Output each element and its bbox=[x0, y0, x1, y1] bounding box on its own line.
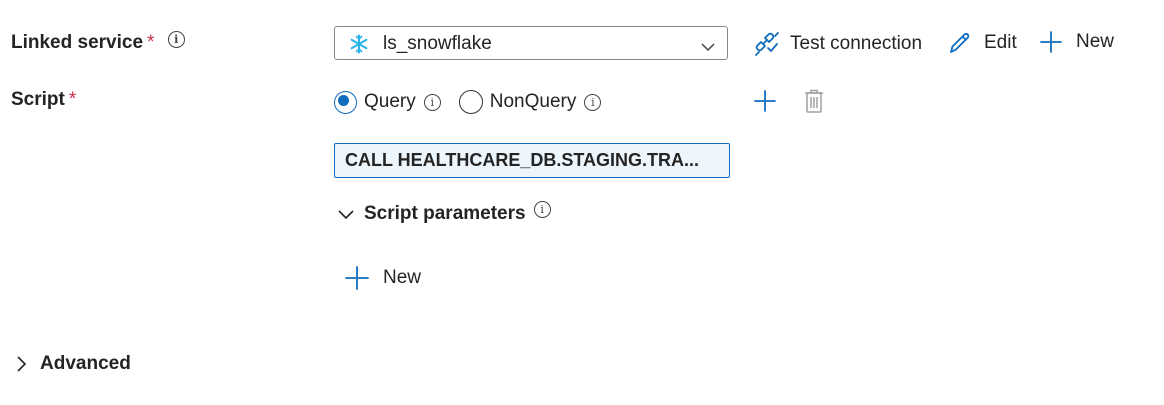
radio-query-label: Query bbox=[364, 91, 416, 112]
script-type-radio-group: Query i NonQuery i bbox=[334, 90, 602, 114]
linked-service-value: ls_snowflake bbox=[383, 33, 492, 54]
trash-icon bbox=[804, 89, 824, 117]
info-icon[interactable]: i bbox=[533, 200, 551, 218]
new-linked-service-button[interactable]: New bbox=[1040, 31, 1114, 53]
delete-script-button[interactable] bbox=[804, 89, 824, 118]
radio-nonquery[interactable]: NonQuery i bbox=[458, 90, 602, 114]
pencil-icon bbox=[948, 31, 972, 55]
edit-button[interactable]: Edit bbox=[948, 31, 1017, 55]
plus-icon bbox=[1040, 31, 1062, 53]
linked-service-label: Linked service * i bbox=[11, 31, 185, 54]
linked-service-label-text: Linked service bbox=[11, 32, 144, 53]
test-connection-label: Test connection bbox=[790, 33, 923, 54]
required-marker: * bbox=[68, 89, 77, 110]
chevron-down-icon bbox=[338, 208, 354, 220]
radio-nonquery-indicator[interactable] bbox=[458, 90, 483, 114]
new-label: New bbox=[1076, 31, 1115, 52]
snowflake-icon bbox=[349, 34, 369, 59]
script-text-value: CALL HEALTHCARE_DB.STAGING.TRA... bbox=[345, 150, 699, 170]
script-label: Script * bbox=[11, 89, 76, 111]
info-icon[interactable]: i bbox=[423, 93, 441, 111]
new-parameter-button[interactable]: New bbox=[345, 266, 421, 290]
new-parameter-label: New bbox=[383, 267, 422, 288]
info-icon[interactable]: i bbox=[167, 31, 185, 49]
plus-icon bbox=[345, 266, 369, 290]
script-text-input[interactable]: CALL HEALTHCARE_DB.STAGING.TRA... bbox=[334, 143, 730, 178]
add-script-button[interactable] bbox=[754, 90, 776, 117]
chevron-down-icon bbox=[701, 39, 715, 57]
plus-icon bbox=[754, 90, 776, 116]
required-marker: * bbox=[147, 32, 155, 53]
info-icon[interactable]: i bbox=[584, 93, 602, 111]
chevron-right-icon bbox=[16, 355, 26, 373]
advanced-label: Advanced bbox=[40, 353, 131, 374]
radio-query-indicator[interactable] bbox=[334, 90, 357, 114]
linked-service-dropdown[interactable]: ls_snowflake bbox=[334, 26, 728, 60]
script-parameters-toggle[interactable]: Script parameters i bbox=[338, 200, 551, 225]
advanced-toggle[interactable]: Advanced bbox=[16, 353, 131, 375]
script-parameters-label: Script parameters bbox=[364, 203, 526, 224]
script-label-text: Script bbox=[11, 89, 65, 110]
test-connection-button[interactable]: Test connection bbox=[754, 31, 922, 57]
edit-label: Edit bbox=[984, 32, 1017, 53]
plug-connection-icon bbox=[754, 31, 780, 57]
radio-query[interactable]: Query i bbox=[334, 90, 441, 114]
radio-nonquery-label: NonQuery bbox=[489, 91, 577, 112]
